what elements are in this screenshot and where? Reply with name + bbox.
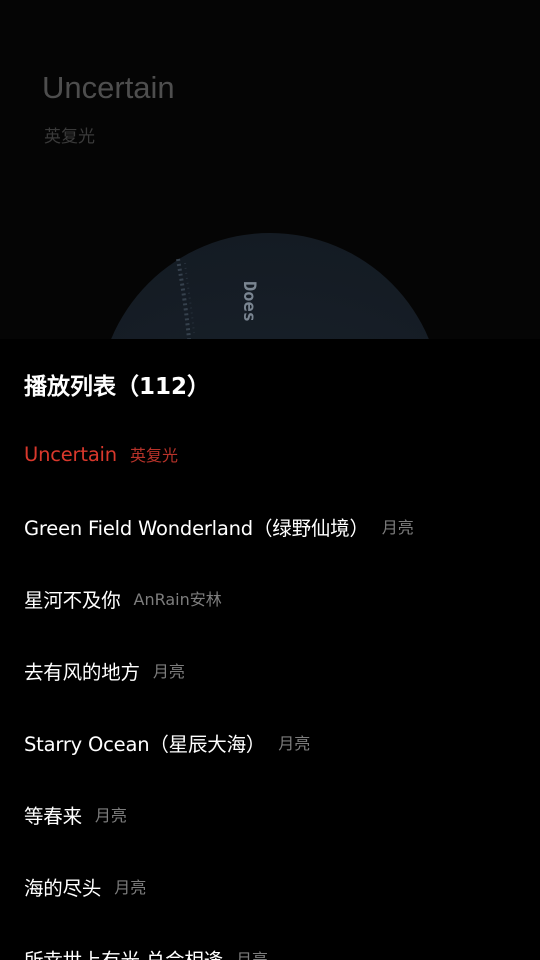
song-title: 星河不及你 xyxy=(24,588,121,612)
album-cover-circle xyxy=(111,233,429,339)
playlist-title: 播放列表（112） xyxy=(24,374,211,400)
song-artist: 月亮 xyxy=(381,518,414,537)
playlist-item[interactable]: 去有风的地方 月亮 xyxy=(0,634,540,706)
playlist-item[interactable]: 等春来 月亮 xyxy=(0,778,540,850)
song-title: 等春来 xyxy=(24,804,82,828)
album-cover-disc[interactable]: Does xyxy=(101,233,439,339)
song-artist: 月亮 xyxy=(94,806,127,825)
song-title: 去有风的地方 xyxy=(24,660,140,684)
playlist-item[interactable]: 海的尽头 月亮 xyxy=(0,850,540,922)
song-title: Green Field Wonderland（绿野仙境） xyxy=(24,516,369,540)
song-artist: 月亮 xyxy=(152,662,185,681)
playlist-item[interactable]: 星河不及你 AnRain安林 xyxy=(0,562,540,634)
song-title: Uncertain xyxy=(24,442,117,466)
song-artist: 月亮 xyxy=(278,734,311,753)
playlist-item[interactable]: Starry Ocean（星辰大海） 月亮 xyxy=(0,706,540,778)
player-screen: Uncertain 英复光 Does 播放列表（112） Uncertain 英… xyxy=(0,0,540,960)
song-artist: AnRain安林 xyxy=(133,590,222,609)
playlist-list: Uncertain 英复光 Green Field Wonderland（绿野仙… xyxy=(0,418,540,960)
playlist-item[interactable]: 所幸世上有光 总会相逢 月亮 xyxy=(0,922,540,960)
now-playing-title: Uncertain xyxy=(42,70,175,105)
song-title: 海的尽头 xyxy=(24,876,102,900)
playlist-sheet: 播放列表（112） Uncertain 英复光 Green Field Wond… xyxy=(0,339,540,960)
song-title: Starry Ocean（星辰大海） xyxy=(24,732,266,756)
playlist-item[interactable]: Uncertain 英复光 xyxy=(0,418,540,490)
song-artist: 英复光 xyxy=(129,446,178,465)
playlist-item[interactable]: Green Field Wonderland（绿野仙境） 月亮 xyxy=(0,490,540,562)
now-playing-background: Uncertain 英复光 Does xyxy=(0,0,540,340)
cover-text: Does xyxy=(239,281,259,322)
song-artist: 月亮 xyxy=(236,950,269,960)
song-artist: 月亮 xyxy=(114,878,147,897)
now-playing-artist: 英复光 xyxy=(44,127,95,147)
song-title: 所幸世上有光 总会相逢 xyxy=(24,948,223,960)
